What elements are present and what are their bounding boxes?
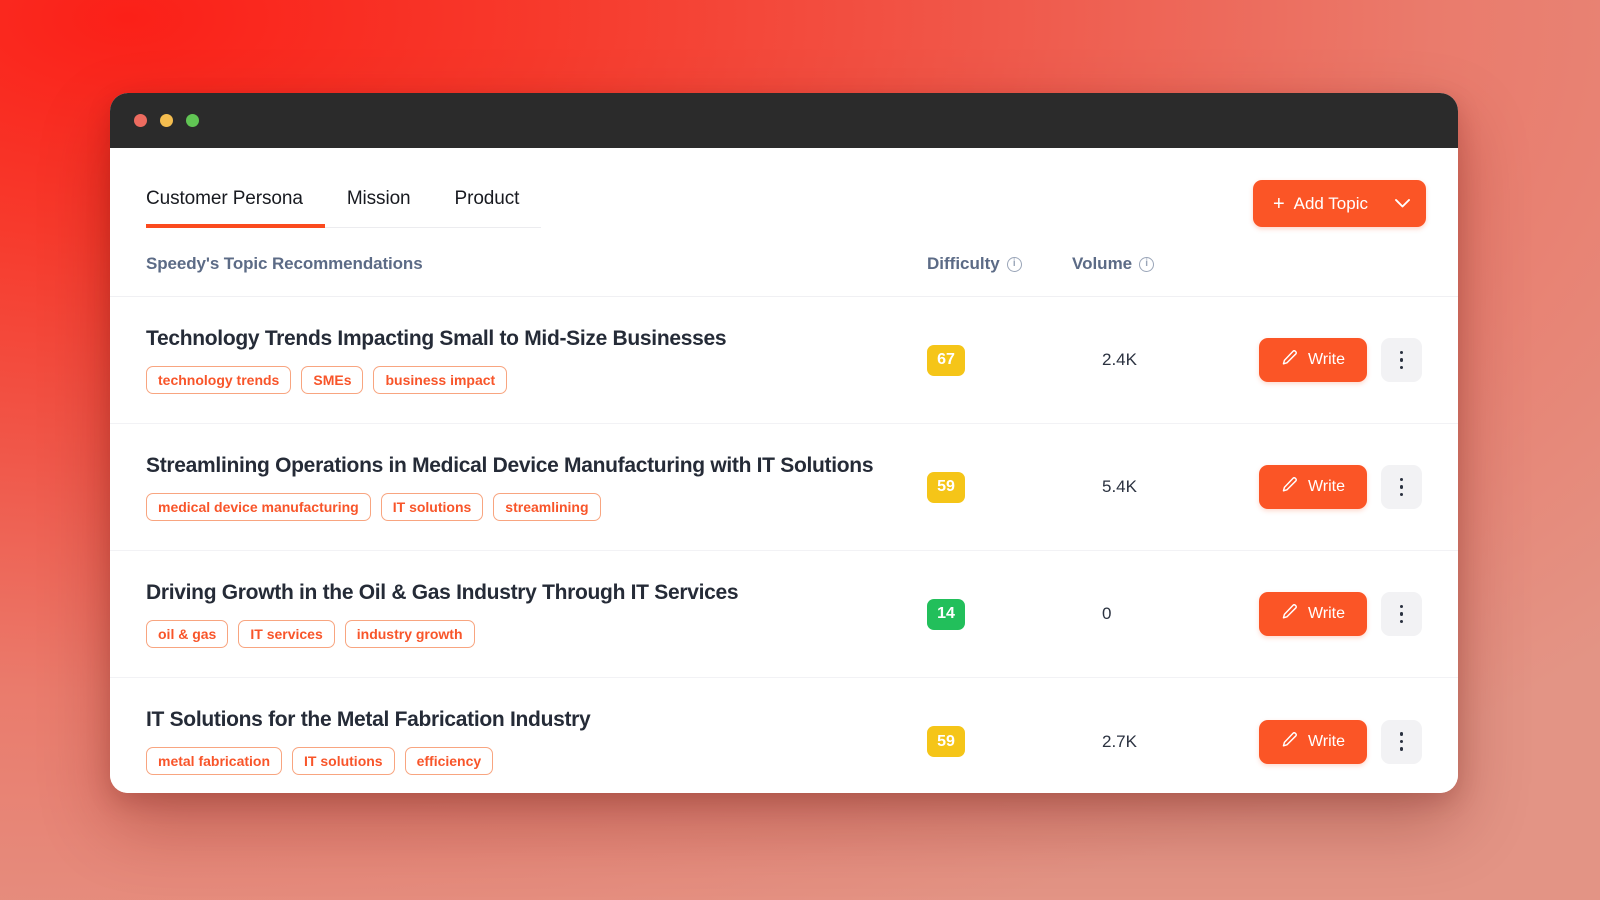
topic-tag[interactable]: oil & gas (146, 619, 229, 648)
difficulty-cell: 14 (927, 598, 1072, 630)
write-button[interactable]: Write (1258, 719, 1367, 764)
kebab-dot-icon (1399, 747, 1404, 751)
difficulty-label: Difficulty (927, 254, 1000, 273)
topic-title[interactable]: IT Solutions for the Metal Fabrication I… (146, 708, 907, 732)
kebab-dot-icon (1399, 485, 1404, 489)
more-options-button[interactable] (1381, 338, 1422, 382)
kebab-dot-icon (1399, 739, 1404, 744)
write-button[interactable]: Write (1258, 592, 1367, 636)
topic-tags: metal fabrication IT solutions efficiency (146, 747, 907, 775)
write-label: Write (1307, 605, 1345, 622)
topic-tag[interactable]: SMEs (301, 365, 364, 394)
tab-mission[interactable]: Mission (325, 188, 433, 228)
minimize-window-icon[interactable] (160, 114, 173, 127)
row-actions: Write (1222, 719, 1422, 764)
topic-tags: medical device manufacturing IT solutions… (146, 492, 907, 521)
topic-tag[interactable]: IT services (238, 619, 335, 648)
pencil-icon (1281, 349, 1298, 371)
topic-tag[interactable]: efficiency (404, 747, 494, 775)
table-row: Streamlining Operations in Medical Devic… (110, 424, 1458, 551)
column-header-difficulty: Difficulty i (927, 254, 1072, 274)
pencil-icon (1281, 476, 1298, 498)
difficulty-badge: 59 (927, 726, 965, 757)
difficulty-badge: 67 (927, 344, 965, 376)
topic-tag[interactable]: business impact (373, 365, 508, 394)
row-actions: Write (1222, 592, 1422, 636)
table-row: IT Solutions for the Metal Fabrication I… (110, 678, 1458, 793)
topic-main: IT Solutions for the Metal Fabrication I… (146, 708, 927, 775)
topic-tag[interactable]: technology trends (146, 365, 292, 394)
write-button[interactable]: Write (1258, 338, 1367, 382)
volume-label: Volume (1072, 254, 1133, 273)
difficulty-cell: 67 (927, 344, 1072, 376)
topic-tag[interactable]: metal fabrication (146, 747, 283, 775)
table-row: Technology Trends Impacting Small to Mid… (110, 297, 1458, 424)
kebab-dot-icon (1399, 365, 1404, 370)
close-window-icon[interactable] (134, 114, 147, 127)
window-titlebar (110, 93, 1458, 148)
volume-cell: 2.4K (1102, 350, 1137, 369)
topic-tag[interactable]: industry growth (344, 619, 475, 648)
more-options-button[interactable] (1381, 719, 1422, 764)
volume-cell: 5.4K (1102, 477, 1137, 496)
tab-customer-persona[interactable]: Customer Persona (146, 188, 325, 228)
write-button[interactable]: Write (1258, 465, 1367, 509)
topic-title[interactable]: Technology Trends Impacting Small to Mid… (146, 327, 907, 351)
topic-tags: technology trends SMEs business impact (146, 365, 907, 394)
kebab-dot-icon (1399, 492, 1404, 497)
kebab-dot-icon (1399, 358, 1404, 362)
plus-icon: + (1272, 192, 1285, 215)
pencil-icon (1281, 603, 1298, 625)
difficulty-badge: 59 (927, 471, 965, 503)
info-icon[interactable]: i (1006, 256, 1022, 272)
difficulty-cell: 59 (927, 471, 1072, 503)
write-label: Write (1307, 351, 1345, 368)
more-options-button[interactable] (1381, 592, 1422, 636)
volume-cell: 0 (1102, 604, 1112, 623)
topic-title[interactable]: Driving Growth in the Oil & Gas Industry… (146, 581, 907, 605)
topic-main: Technology Trends Impacting Small to Mid… (146, 327, 927, 394)
topic-tag[interactable]: medical device manufacturing (146, 492, 371, 521)
app-content: Customer Persona Mission Product + Add Top… (110, 148, 1458, 793)
row-actions: Write (1222, 338, 1422, 382)
topic-title[interactable]: Streamlining Operations in Medical Devic… (146, 454, 907, 478)
table-row: Driving Growth in the Oil & Gas Industry… (110, 551, 1458, 678)
volume-cell: 2.7K (1102, 731, 1137, 751)
topic-main: Streamlining Operations in Medical Devic… (146, 454, 927, 521)
top-bar: Customer Persona Mission Product + Add Top… (110, 148, 1458, 228)
list-title: Speedy's Topic Recommendations (146, 254, 423, 273)
pencil-icon (1281, 731, 1298, 753)
kebab-dot-icon (1399, 477, 1404, 482)
write-label: Write (1307, 478, 1345, 495)
add-topic-button[interactable]: + Add Topic (1252, 180, 1426, 227)
column-header-volume: Volume i (1072, 254, 1222, 274)
chevron-down-icon[interactable] (1395, 199, 1410, 208)
add-topic-label: Add Topic (1293, 193, 1368, 213)
write-label: Write (1307, 732, 1345, 750)
tab-bar: Customer Persona Mission Product (146, 188, 542, 228)
topic-tag[interactable]: streamlining (493, 492, 601, 521)
tab-product[interactable]: Product (433, 188, 542, 228)
kebab-dot-icon (1399, 619, 1404, 624)
topic-tag[interactable]: IT solutions (292, 747, 395, 775)
kebab-dot-icon (1399, 604, 1404, 609)
kebab-dot-icon (1399, 612, 1404, 616)
app-window: Customer Persona Mission Product + Add Top… (110, 93, 1458, 793)
difficulty-cell: 59 (927, 726, 1072, 757)
topic-tags: oil & gas IT services industry growth (146, 619, 907, 648)
kebab-dot-icon (1399, 350, 1404, 355)
info-icon[interactable]: i (1139, 256, 1155, 272)
row-actions: Write (1222, 465, 1422, 509)
traffic-lights (134, 114, 199, 127)
kebab-dot-icon (1399, 732, 1404, 736)
maximize-window-icon[interactable] (186, 114, 199, 127)
topic-main: Driving Growth in the Oil & Gas Industry… (146, 581, 927, 648)
list-header: Speedy's Topic Recommendations Difficult… (110, 228, 1458, 297)
difficulty-badge: 14 (927, 598, 965, 630)
topic-list: Technology Trends Impacting Small to Mid… (110, 297, 1458, 793)
more-options-button[interactable] (1381, 465, 1422, 509)
topic-tag[interactable]: IT solutions (380, 492, 484, 521)
